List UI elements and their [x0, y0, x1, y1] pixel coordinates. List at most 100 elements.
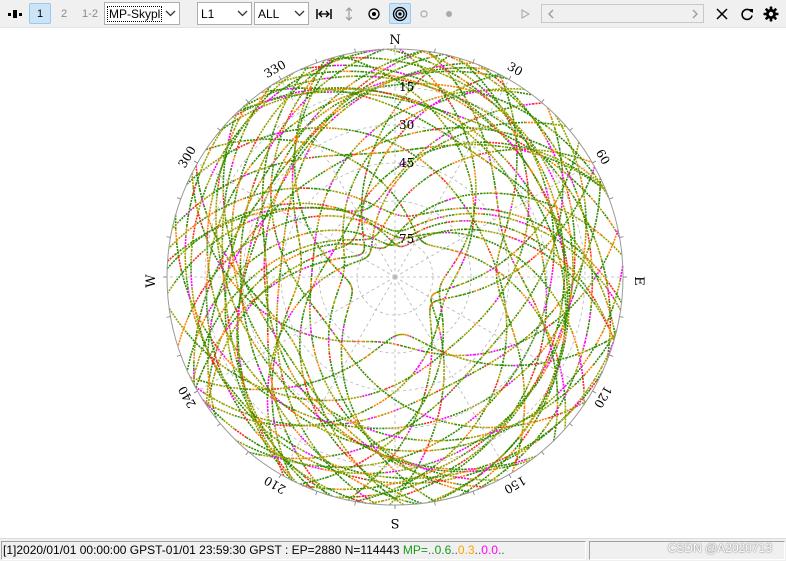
track-segment	[533, 270, 542, 280]
azimuth-tick	[541, 451, 545, 455]
track-segment	[186, 356, 192, 372]
track-segment	[272, 125, 277, 134]
track-segment	[571, 246, 574, 259]
track-segment	[330, 258, 336, 261]
track-segment	[262, 344, 270, 353]
track-segment	[409, 131, 417, 135]
fix-center-button[interactable]	[389, 3, 411, 24]
track-segment	[461, 258, 465, 265]
track-segment	[595, 331, 604, 345]
track-segment	[439, 400, 443, 410]
fit-vertical-button[interactable]	[338, 3, 360, 24]
track-segment	[339, 75, 348, 78]
track-segment	[252, 279, 261, 289]
play-button[interactable]	[514, 3, 536, 24]
fit-horizontal-button[interactable]	[313, 3, 335, 24]
frequency-select[interactable]: L1	[197, 2, 252, 25]
track-segment	[441, 415, 451, 420]
track-segment	[313, 307, 318, 312]
track-segment	[424, 212, 429, 215]
track-segment	[410, 400, 417, 405]
track-segment	[331, 149, 342, 156]
satellite-select[interactable]: ALL	[254, 2, 309, 25]
track-segment	[396, 98, 403, 101]
track-segment	[532, 102, 543, 105]
track-segment	[487, 123, 500, 128]
track-segment	[519, 141, 526, 147]
track-segment	[276, 240, 281, 249]
track-segment	[546, 125, 558, 136]
track-segment	[345, 311, 348, 317]
show-small-marker-button[interactable]	[413, 3, 435, 24]
track-segment	[191, 369, 197, 383]
track-segment	[334, 293, 338, 298]
track-segment	[338, 257, 344, 260]
track-segment	[414, 231, 418, 235]
track-segment	[205, 275, 209, 288]
track-segment	[384, 209, 389, 213]
track-segment	[489, 230, 499, 235]
show-dot-marker-button[interactable]	[438, 3, 460, 24]
track-segment	[462, 281, 468, 285]
track-segment	[330, 189, 338, 193]
track-segment	[274, 232, 279, 241]
track-segment	[344, 397, 354, 401]
track-segment	[362, 393, 371, 398]
track-segment	[362, 251, 365, 253]
reload-button[interactable]	[736, 3, 758, 24]
track-segment	[198, 366, 205, 378]
track-segment	[296, 170, 301, 179]
plot-2-button[interactable]: 2	[53, 3, 75, 24]
track-segment	[326, 384, 332, 394]
track-segment	[269, 89, 279, 92]
track-segment	[416, 213, 421, 216]
track-segment	[177, 256, 182, 270]
track-segment	[193, 346, 196, 354]
skyplot-canvas[interactable]: N E S W 30 60 120 150 210 240 300 330 15…	[0, 28, 786, 538]
track-segment	[389, 228, 393, 232]
track-segment	[513, 372, 522, 381]
options-button[interactable]	[760, 3, 782, 24]
time-scrollbar[interactable]	[541, 4, 704, 23]
track-segment	[408, 346, 414, 350]
plot-1-button[interactable]: 1	[29, 3, 51, 24]
track-segment	[502, 100, 515, 107]
plot-1-2-button[interactable]: 1-2	[78, 3, 102, 24]
track-segment	[312, 486, 324, 490]
skyplot-area[interactable]: N E S W 30 60 120 150 210 240 300 330 15…	[0, 28, 786, 538]
show-center-button[interactable]	[363, 3, 385, 24]
track-segment	[343, 104, 351, 111]
track-segment	[368, 351, 374, 356]
track-segment	[536, 350, 542, 361]
track-segment	[432, 309, 436, 314]
track-segment	[252, 351, 257, 359]
track-segment	[199, 309, 203, 318]
track-segment	[399, 405, 406, 410]
track-segment	[325, 407, 334, 414]
track-segment	[424, 234, 430, 238]
track-segment	[379, 156, 385, 164]
track-segment	[499, 223, 502, 228]
plot-type-select[interactable]: MP-Skyplot	[104, 2, 180, 25]
track-segment	[398, 64, 407, 70]
track-segment	[367, 253, 371, 256]
track-segment	[336, 165, 342, 174]
scroll-right-icon[interactable]	[686, 5, 703, 22]
track-segment	[231, 300, 237, 309]
track-segment	[392, 382, 400, 387]
track-segment	[299, 356, 303, 361]
track-segment	[534, 304, 539, 311]
display-mode-button[interactable]	[4, 3, 26, 24]
track-segment	[494, 159, 502, 168]
scroll-left-icon[interactable]	[542, 5, 559, 22]
track-segment	[300, 362, 304, 373]
track-segment	[446, 390, 452, 396]
track-segment	[272, 410, 275, 420]
track-segment	[337, 109, 345, 116]
track-segment	[544, 400, 556, 409]
clear-button[interactable]	[711, 3, 733, 24]
track-segment	[566, 142, 577, 154]
track-segment	[584, 190, 591, 198]
track-segment	[507, 315, 511, 321]
track-segment	[277, 291, 280, 297]
